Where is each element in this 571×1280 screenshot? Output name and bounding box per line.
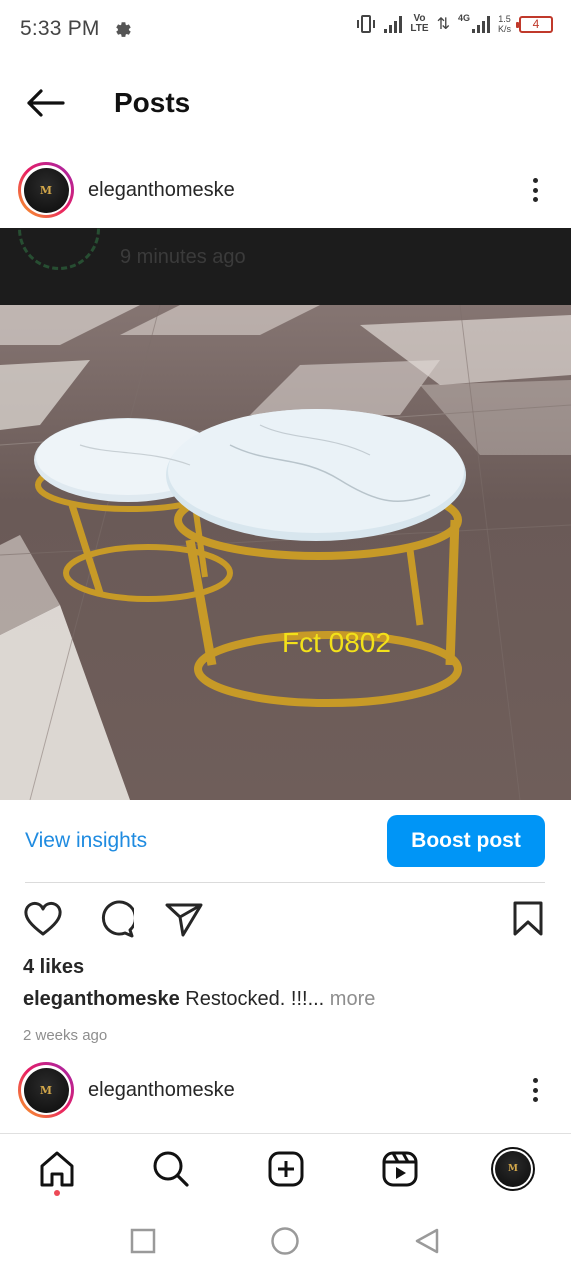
more-dots-icon	[532, 178, 538, 183]
network-4g-label: 4G	[457, 13, 470, 23]
overlay-timestamp: 9 minutes ago	[120, 246, 246, 268]
gear-icon	[115, 22, 131, 37]
search-icon	[153, 1151, 189, 1187]
add-icon	[268, 1151, 304, 1187]
signal-icon	[384, 15, 403, 33]
network-speed: 1.5 K/s	[497, 14, 511, 34]
home-icon	[40, 1151, 74, 1187]
tables-illustration	[0, 305, 571, 800]
back-triangle-icon	[415, 1228, 439, 1254]
signal-icon-2	[471, 15, 490, 33]
nav-create[interactable]	[261, 1144, 311, 1194]
volte-label: Vo LTE	[410, 13, 429, 34]
next-post-header: M eleganthomeske	[0, 1052, 571, 1128]
post-header: M eleganthomeske	[0, 152, 571, 228]
caption-username[interactable]: eleganthomeske	[23, 988, 180, 1010]
divider	[25, 882, 545, 883]
profile-avatar: M	[491, 1147, 535, 1191]
story-ring[interactable]: M	[18, 162, 74, 218]
vibrate-icon	[357, 15, 376, 33]
post-caption[interactable]: eleganthomeske Restocked. !!!... more	[23, 988, 375, 1011]
status-bar: 5:33 PM Vo LTE ⇅ 4G 1.5 K/s 4	[0, 0, 571, 58]
nav-search[interactable]	[146, 1144, 196, 1194]
heart-icon	[24, 901, 62, 936]
data-arrows-icon: ⇅	[436, 16, 450, 33]
recents-icon	[130, 1228, 156, 1254]
notification-dot	[54, 1190, 60, 1196]
more-dots-icon	[532, 1078, 538, 1083]
more-options-button[interactable]	[527, 172, 543, 208]
avatar: M	[23, 167, 69, 213]
caption-text: Restocked. !!!...	[179, 988, 325, 1010]
bottom-nav: M	[0, 1134, 571, 1202]
image-top-overlay: 9 minutes ago	[0, 228, 571, 305]
home-circle-icon	[271, 1227, 299, 1255]
post-actions	[0, 895, 571, 943]
arrow-left-icon	[27, 89, 65, 117]
battery-level: 4	[532, 17, 540, 31]
profile-avatar-image: M	[495, 1151, 531, 1187]
like-button[interactable]	[23, 899, 63, 939]
recents-button[interactable]	[128, 1226, 158, 1256]
post-username[interactable]: eleganthomeske	[88, 179, 235, 202]
bookmark-icon	[513, 901, 543, 936]
post-timestamp: 2 weeks ago	[23, 1027, 108, 1044]
back-button[interactable]	[0, 58, 90, 148]
status-time: 5:33 PM	[20, 17, 100, 40]
home-system-button[interactable]	[270, 1226, 300, 1256]
battery-icon: 4	[516, 15, 553, 33]
product-photo: Fct 0802	[0, 305, 571, 800]
comment-icon	[101, 900, 134, 938]
send-icon	[165, 903, 203, 937]
reels-icon	[382, 1151, 418, 1187]
ghost-avatar-ring	[18, 228, 100, 270]
share-button[interactable]	[164, 899, 204, 939]
next-story-ring[interactable]: M	[18, 1062, 74, 1118]
system-nav	[0, 1202, 571, 1280]
back-system-button[interactable]	[412, 1226, 442, 1256]
page-title: Posts	[114, 87, 191, 118]
next-avatar: M	[23, 1067, 69, 1113]
likes-count[interactable]: 4 likes	[23, 956, 84, 979]
nav-home[interactable]	[32, 1144, 82, 1194]
boost-post-button[interactable]: Boost post	[387, 815, 545, 867]
next-more-options-button[interactable]	[527, 1072, 543, 1108]
view-insights-link[interactable]: View insights	[25, 829, 147, 853]
next-post-username[interactable]: eleganthomeske	[88, 1079, 235, 1102]
comment-button[interactable]	[95, 899, 135, 939]
caption-more-link[interactable]: more	[324, 988, 376, 1010]
nav-reels[interactable]	[375, 1144, 425, 1194]
post-image[interactable]: 9 minutes ago Fct 0802	[0, 228, 571, 800]
nav-profile[interactable]: M	[488, 1144, 538, 1194]
product-code-label: Fct 0802	[282, 627, 391, 658]
top-header: Posts	[0, 58, 571, 148]
status-icons: Vo LTE ⇅ 4G 1.5 K/s 4	[356, 13, 553, 34]
insights-row: View insights Boost post	[0, 800, 571, 882]
save-button[interactable]	[508, 899, 548, 939]
